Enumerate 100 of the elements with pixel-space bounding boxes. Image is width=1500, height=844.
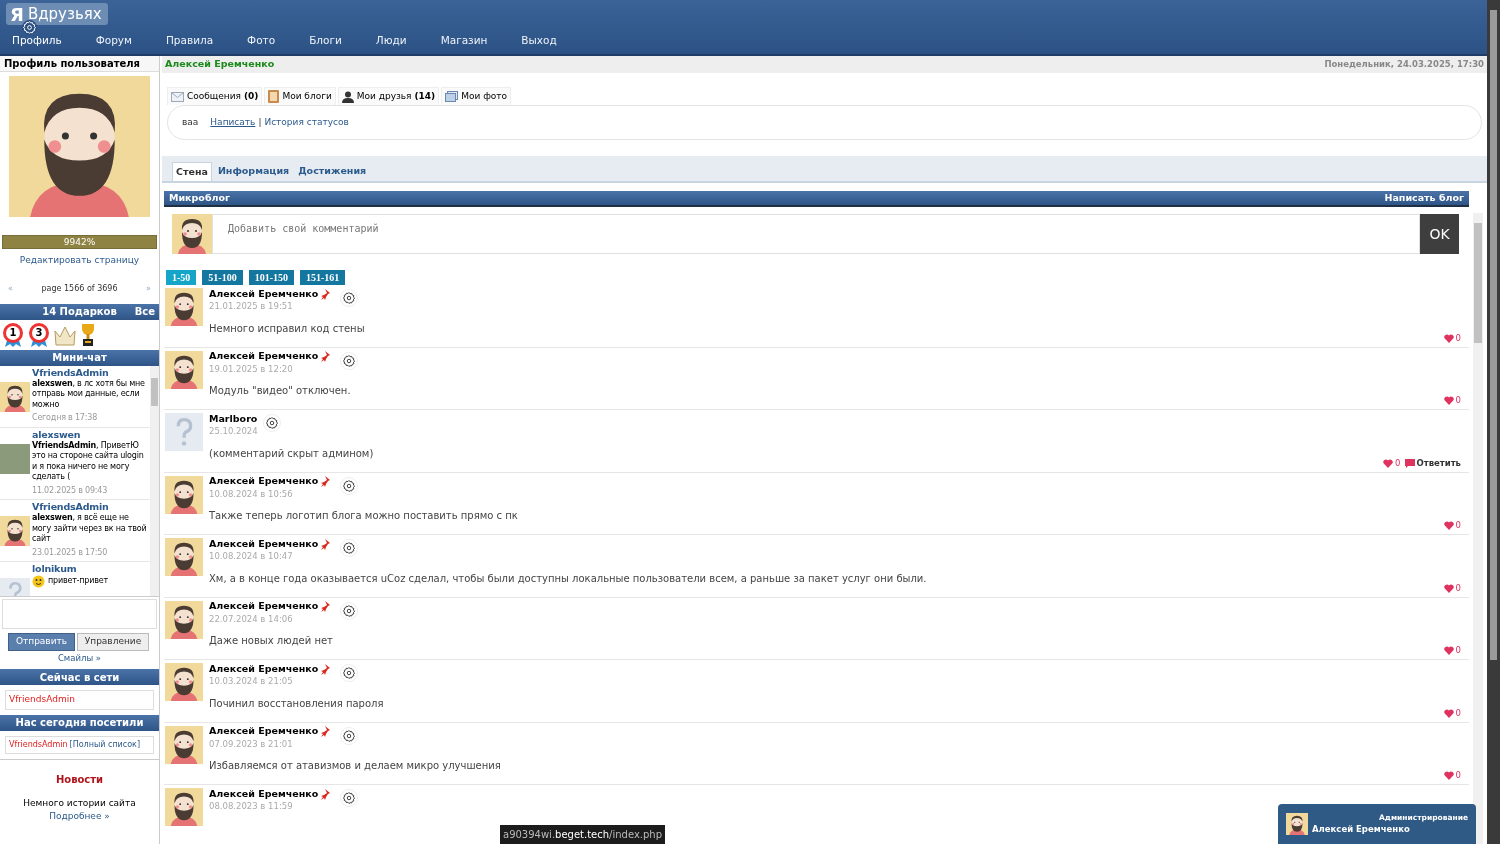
visitor-link[interactable]: VfriendsAdmin	[9, 738, 68, 751]
pager-label: page 1566 of 3696	[41, 282, 118, 295]
post-date: 22.07.2024 в 14:06	[209, 612, 294, 626]
chat-author[interactable]: VfriendsAdmin	[32, 500, 148, 513]
chat-author[interactable]: VfriendsAdmin	[32, 365, 148, 379]
all-link[interactable]: Все	[134, 304, 155, 319]
post-text: Немного исправил код стены	[209, 321, 366, 336]
settings-icon[interactable]	[265, 416, 280, 430]
post-author[interactable]: Алексей Еремченко	[209, 286, 319, 302]
post-author[interactable]: Алексей Еремченко	[209, 536, 319, 552]
reply-link[interactable]: Ответить	[1416, 456, 1461, 470]
user-avatar	[172, 214, 212, 254]
status-history-link[interactable]: История статусов	[264, 115, 349, 130]
write-blog-link[interactable]: Написать блог	[1384, 190, 1464, 206]
post-date: 10.08.2024 в 10:56	[209, 487, 294, 501]
profile-tab[interactable]: Сообщения (0)	[167, 87, 263, 105]
post-author[interactable]: Алексей Еремченко	[209, 786, 319, 802]
like-count: 0	[1455, 581, 1461, 595]
settings-icon[interactable]	[342, 353, 357, 368]
settings-icon[interactable]	[342, 791, 357, 805]
speech-bubble-icon[interactable]	[1404, 458, 1415, 468]
send-button[interactable]: Отправить	[8, 632, 75, 651]
settings-icon[interactable]	[342, 666, 357, 680]
post-author[interactable]: Алексей Еремченко	[209, 724, 319, 739]
page-button[interactable]: 51-100	[202, 270, 243, 285]
settings-icon[interactable]	[342, 728, 357, 743]
nav-link[interactable]: Форум	[95, 33, 132, 49]
chat-author[interactable]: lolnikum	[32, 562, 108, 575]
sidebar-title: Профиль пользователя	[0, 56, 159, 72]
picture-icon	[445, 91, 459, 102]
admin-avatar	[1286, 813, 1308, 835]
heart-icon[interactable]	[1383, 458, 1394, 468]
profile-tab[interactable]: Мои фото	[441, 87, 512, 105]
post-date: 08.08.2023 в 11:59	[209, 800, 294, 813]
post-author[interactable]: Алексей Еремченко	[209, 599, 319, 614]
user-name: Алексей Еремченко	[165, 57, 275, 72]
section-title: Мини-чат	[52, 351, 107, 365]
write-status-link[interactable]: Написать	[210, 115, 256, 130]
section-tab[interactable]: Информация	[214, 162, 293, 181]
section-tab[interactable]: Стена	[172, 162, 212, 181]
microblog-title: Микроблог	[169, 190, 230, 205]
post-author[interactable]: Marlboro	[209, 411, 258, 427]
heart-icon[interactable]	[1443, 771, 1454, 781]
nav-link[interactable]: Профиль	[12, 33, 62, 49]
like-count: 0	[1455, 644, 1461, 657]
post-text: Починил восстановления пароля	[209, 696, 385, 711]
settings-icon[interactable]	[342, 603, 357, 618]
ok-button[interactable]: OK	[1420, 214, 1459, 254]
smileys-link[interactable]: Смайлы »	[0, 651, 159, 665]
heart-icon[interactable]	[1443, 646, 1454, 656]
chat-author[interactable]: alexswen	[32, 427, 148, 441]
post-text: (комментарий скрыт админом)	[209, 446, 375, 461]
settings-icon[interactable]	[342, 541, 357, 555]
envelope-icon	[171, 91, 184, 102]
edit-page-link[interactable]: Редактировать страницу	[0, 254, 159, 268]
news-title: Новости	[55, 772, 104, 787]
chat-date: Сегодня в 17:38	[32, 413, 99, 424]
post-author[interactable]: Алексей Еремченко	[209, 661, 319, 677]
chat-input[interactable]	[2, 598, 157, 629]
post-author[interactable]: Алексей Еремченко	[209, 349, 319, 364]
post-date: 25.10.2024	[209, 425, 259, 438]
page-button[interactable]: 151-161	[300, 270, 346, 285]
nav-link[interactable]: Блоги	[309, 33, 342, 49]
settings-icon[interactable]	[342, 291, 357, 305]
heart-icon[interactable]	[1443, 521, 1454, 531]
trophy-icon	[80, 322, 96, 347]
section-title: Сейчас в сети	[39, 670, 120, 685]
more-link[interactable]: Подробнее »	[49, 810, 110, 824]
chat-date: 11.02.2025 в 09:43	[32, 485, 109, 496]
nav-link[interactable]: Люди	[375, 33, 407, 49]
post-author[interactable]: Алексей Еремченко	[209, 474, 319, 489]
nav-link[interactable]: Фото	[247, 33, 276, 49]
post-date: 10.08.2024 в 10:47	[209, 550, 294, 563]
comment-field[interactable]: Добавить свой комментарий	[212, 214, 1420, 254]
heart-icon[interactable]	[1443, 583, 1454, 593]
full-list-link[interactable]: [Полный список]	[69, 738, 141, 751]
page-button[interactable]: 101-150	[248, 270, 295, 285]
nav-link[interactable]: Выход	[521, 33, 557, 49]
chat-date: 23.01.2025 в 17:50	[32, 547, 109, 558]
heart-icon[interactable]	[1443, 708, 1454, 718]
current-date: Понедельник, 24.03.2025, 17:30	[1324, 58, 1484, 71]
section-title: Нас сегодня посетили	[15, 716, 144, 731]
heart-icon[interactable]	[1443, 396, 1454, 406]
post-text: Хм, а в конце года оказывается uCoz сделал, чтобы были доступны локальные пользователи всем, а раньше за пакет услуг они были.	[209, 571, 928, 586]
profile-tab[interactable]: Мои друзья (14)	[337, 87, 440, 105]
crown-icon	[54, 324, 76, 347]
nav-link[interactable]: Магазин	[440, 33, 488, 49]
post-text: Также теперь логотип блога можно поставить прямо с пк	[209, 509, 519, 524]
separator-text: |	[258, 115, 262, 129]
admin-name: Алексей Еремченко	[1312, 823, 1411, 836]
section-title: 14 Подарков	[42, 305, 117, 319]
settings-icon[interactable]	[342, 478, 357, 493]
heart-icon[interactable]	[1443, 333, 1454, 343]
news-text: Немного истории сайта	[23, 796, 136, 810]
chat-message: привет-привет	[48, 576, 108, 587]
profile-tab[interactable]: Мои блоги	[264, 87, 336, 105]
like-count: 0	[1455, 331, 1461, 345]
section-tab[interactable]: Достижения	[295, 162, 370, 181]
nav-link[interactable]: Правила	[165, 33, 214, 49]
manage-button[interactable]: Управление	[77, 632, 149, 651]
